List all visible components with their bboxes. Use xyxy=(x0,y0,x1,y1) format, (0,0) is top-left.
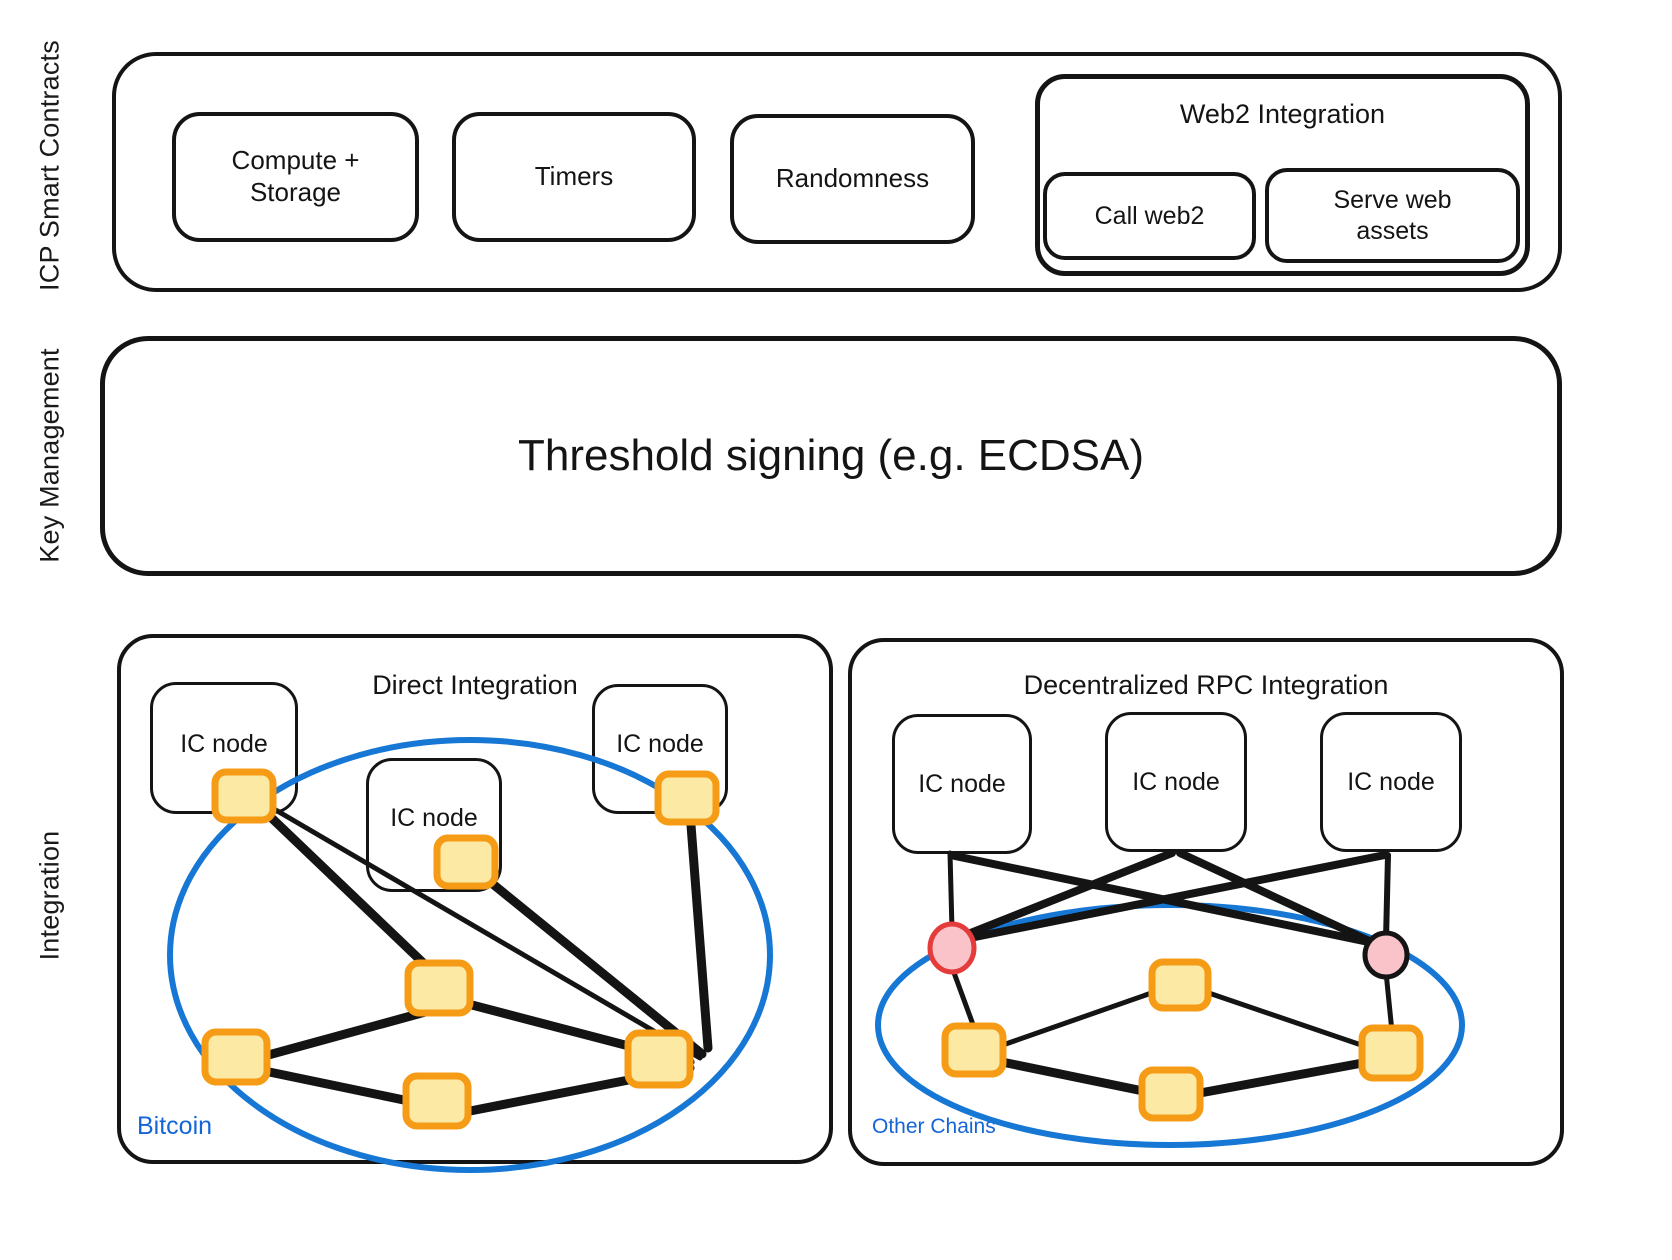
direct-ic-node-2-label: IC node xyxy=(390,804,478,832)
rpc-ic-node-1[interactable]: IC node xyxy=(892,714,1032,854)
key-management-container: Threshold signing (e.g. ECDSA) xyxy=(100,336,1562,576)
rpc-ic-node-3[interactable]: IC node xyxy=(1320,712,1462,852)
box-call-web2-label: Call web2 xyxy=(1094,201,1205,230)
panel-decentralized-rpc-title: Decentralized RPC Integration xyxy=(1023,670,1389,700)
box-compute-storage[interactable]: Compute + Storage xyxy=(172,112,419,242)
rpc-ic-node-1-label: IC node xyxy=(918,769,1006,798)
direct-ic-node-3-label: IC node xyxy=(616,730,704,758)
row-label-key-management: Key Management xyxy=(34,348,65,563)
box-compute-storage-label: Compute + Storage xyxy=(231,145,360,207)
diagram-canvas: ICP Smart Contracts Key Management Integ… xyxy=(0,0,1672,1260)
chain-label-bitcoin: Bitcoin xyxy=(137,1112,213,1140)
box-randomness-label: Randomness xyxy=(775,163,930,194)
chain-label-other-chains: Other Chains xyxy=(872,1115,996,1138)
rpc-ic-node-2[interactable]: IC node xyxy=(1105,712,1247,852)
direct-ic-node-1-label: IC node xyxy=(180,730,268,758)
box-serve-web-assets[interactable]: Serve web assets xyxy=(1265,168,1520,263)
box-call-web2[interactable]: Call web2 xyxy=(1043,172,1256,260)
row-label-integration: Integration xyxy=(34,830,65,961)
box-timers[interactable]: Timers xyxy=(452,112,696,242)
direct-ic-node-2[interactable]: IC node xyxy=(366,758,502,892)
direct-ic-node-1[interactable]: IC node xyxy=(150,682,298,814)
row-label-icp-smart-contracts: ICP Smart Contracts xyxy=(34,40,65,291)
direct-ic-node-3[interactable]: IC node xyxy=(592,684,728,814)
rpc-ic-node-2-label: IC node xyxy=(1132,767,1220,796)
web2-integration-title: Web2 Integration xyxy=(1179,99,1386,129)
box-timers-label: Timers xyxy=(534,161,614,192)
box-randomness[interactable]: Randomness xyxy=(730,114,975,244)
threshold-signing-label: Threshold signing (e.g. ECDSA) xyxy=(517,431,1145,481)
box-serve-web-assets-label: Serve web assets xyxy=(1333,186,1452,245)
rpc-ic-node-3-label: IC node xyxy=(1347,767,1435,796)
